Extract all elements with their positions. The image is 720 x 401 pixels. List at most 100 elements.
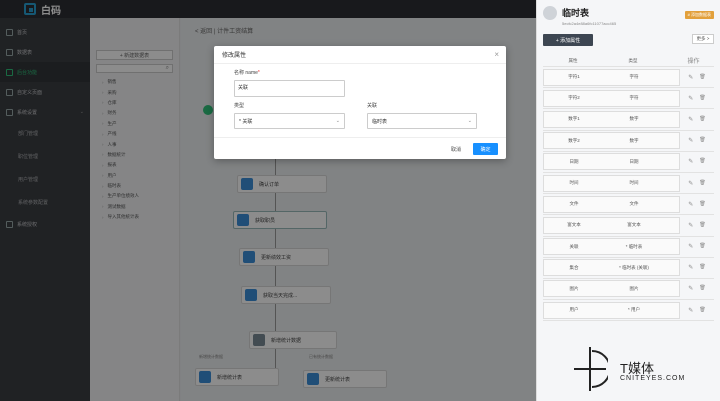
table-row: 文件 文件 ✎ 🗑 <box>543 194 714 216</box>
attr-name: 日期 <box>569 158 579 164</box>
row-actions: ✎ 🗑 <box>680 180 714 187</box>
status-badge[interactable]: # 添加数据表 <box>684 11 714 19</box>
table-row: 图片 图片 ✎ 🗑 <box>543 279 714 301</box>
attr-name: 时间 <box>569 180 579 186</box>
row-box: 时间 时间 <box>543 174 680 192</box>
delete-icon[interactable]: 🗑 <box>699 243 705 250</box>
attr-name: 用户 <box>569 307 579 313</box>
attr-type: 数字 <box>629 137 639 143</box>
row-actions: ✎ 🗑 <box>680 74 714 81</box>
table-row: 集合 * 临时表 (关联) ✎ 🗑 <box>543 258 714 279</box>
row-box: 字符2 字符 <box>543 89 680 107</box>
table-row: 用户 * 用户 ✎ 🗑 <box>543 300 714 322</box>
attribute-panel: 临时表 5ecfc2a4e88a6fc11077acc465 # 添加数据表 +… <box>536 0 720 401</box>
edit-icon[interactable]: ✎ <box>688 74 693 81</box>
ok-button[interactable]: 确定 <box>473 143 498 155</box>
row-actions: ✎ 🗑 <box>680 264 714 271</box>
attr-name: 关联 <box>569 243 579 249</box>
more-button[interactable]: 更多 > <box>692 34 714 44</box>
panel-subtitle: 5ecfc2a4e88a6fc11077acc465 <box>562 21 617 26</box>
close-icon[interactable]: × <box>494 50 499 59</box>
edit-icon[interactable]: ✎ <box>688 222 693 229</box>
table-row: 字符1 字符 ✎ 🗑 <box>543 67 714 89</box>
delete-icon[interactable]: 🗑 <box>699 74 705 81</box>
delete-icon[interactable]: 🗑 <box>699 222 705 229</box>
delete-icon[interactable]: 🗑 <box>699 116 705 123</box>
cancel-button[interactable]: 取消 <box>443 143 469 155</box>
table-row: 数字2 数字 ✎ 🗑 <box>543 131 714 152</box>
row-box: 图片 图片 <box>543 280 680 298</box>
watermark-logo-icon <box>574 347 608 391</box>
edit-attribute-dialog: 修改属性 × 名称 name* 关联 类型 * 关联 ⌄ 关联 临时表 ⌄ 取消 确… <box>214 46 506 159</box>
row-box: 字符1 字符 <box>543 68 680 86</box>
row-actions: ✎ 🗑 <box>680 222 714 229</box>
col-header-actions: 操作 <box>687 59 700 65</box>
dialog-title: 修改属性 <box>214 46 506 64</box>
row-box: 文件 文件 <box>543 195 680 213</box>
edit-icon[interactable]: ✎ <box>688 158 693 165</box>
table-avatar <box>543 6 557 20</box>
row-box: 关联 * 临时表 <box>543 238 680 256</box>
attr-name: 数字1 <box>568 116 580 122</box>
add-attribute-button[interactable]: + 添加属性 <box>543 34 593 46</box>
delete-icon[interactable]: 🗑 <box>699 307 705 314</box>
col-header-type: 类型 <box>628 57 638 63</box>
attr-type: 日期 <box>629 158 639 164</box>
attr-name: 字符2 <box>568 95 580 101</box>
chevron-down-icon: ⌄ <box>467 118 472 124</box>
edit-icon[interactable]: ✎ <box>688 243 693 250</box>
table-row: 日期 日期 ✎ 🗑 <box>543 152 714 173</box>
col-header-attr: 属性 <box>568 57 578 63</box>
delete-icon[interactable]: 🗑 <box>699 201 705 208</box>
relation-select[interactable]: 临时表 ⌄ <box>367 113 477 129</box>
row-box: 数字2 数字 <box>543 132 680 150</box>
attr-name: 字符1 <box>568 74 580 80</box>
row-actions: ✎ 🗑 <box>680 285 714 292</box>
edit-icon[interactable]: ✎ <box>688 116 693 123</box>
row-box: 日期 日期 <box>543 153 680 171</box>
attr-name: 集合 <box>569 264 579 270</box>
delete-icon[interactable]: 🗑 <box>699 158 705 165</box>
row-actions: ✎ 🗑 <box>680 201 714 208</box>
delete-icon[interactable]: 🗑 <box>699 137 705 144</box>
row-box: 用户 * 用户 <box>543 301 680 319</box>
attr-type: 数字 <box>629 116 639 122</box>
delete-icon[interactable]: 🗑 <box>699 285 705 292</box>
edit-icon[interactable]: ✎ <box>688 307 693 314</box>
attr-type: 文件 <box>629 201 639 207</box>
chevron-down-icon: ⌄ <box>335 118 340 124</box>
row-box: 数字1 数字 <box>543 110 680 128</box>
type-select[interactable]: * 关联 ⌄ <box>234 113 345 129</box>
table-row: 字符2 字符 ✎ 🗑 <box>543 88 714 110</box>
edit-icon[interactable]: ✎ <box>688 137 693 144</box>
delete-icon[interactable]: 🗑 <box>699 180 705 187</box>
attr-type: 字符 <box>629 95 639 101</box>
attr-name: 富文本 <box>567 222 581 228</box>
row-actions: ✎ 🗑 <box>680 243 714 250</box>
attr-type: * 临时表 <box>625 243 643 249</box>
edit-icon[interactable]: ✎ <box>688 201 693 208</box>
type-label: 类型 <box>234 103 245 109</box>
row-box: 富文本 富文本 <box>543 216 680 234</box>
edit-icon[interactable]: ✎ <box>688 285 693 292</box>
attr-name: 数字2 <box>568 137 580 143</box>
delete-icon[interactable]: 🗑 <box>699 264 705 271</box>
table-row: 时间 时间 ✎ 🗑 <box>543 173 714 195</box>
watermark-url: CNITEYES.COM <box>620 375 686 382</box>
attr-type: 字符 <box>629 74 639 80</box>
relation-label: 关联 <box>367 103 378 109</box>
attr-name: 图片 <box>569 285 579 291</box>
attr-type: 图片 <box>629 285 639 291</box>
edit-icon[interactable]: ✎ <box>688 264 693 271</box>
row-actions: ✎ 🗑 <box>680 307 714 314</box>
panel-actions: + 添加属性 更多 > <box>543 34 714 46</box>
attribute-table: 属性 类型 操作 字符1 字符 ✎ 🗑 字符2 字符 ✎ 🗑 数字1 数字 ✎ 🗑 数字2 数字 ✎ 🗑 日期日… <box>543 55 714 322</box>
delete-icon[interactable]: 🗑 <box>699 95 705 102</box>
edit-icon[interactable]: ✎ <box>688 95 693 102</box>
row-actions: ✎ 🗑 <box>680 137 714 144</box>
name-field[interactable]: 关联 <box>234 80 345 97</box>
row-actions: ✎ 🗑 <box>680 95 714 102</box>
edit-icon[interactable]: ✎ <box>688 180 693 187</box>
attr-type: * 临时表 (关联) <box>619 264 649 270</box>
table-row: 富文本 富文本 ✎ 🗑 <box>543 215 714 237</box>
